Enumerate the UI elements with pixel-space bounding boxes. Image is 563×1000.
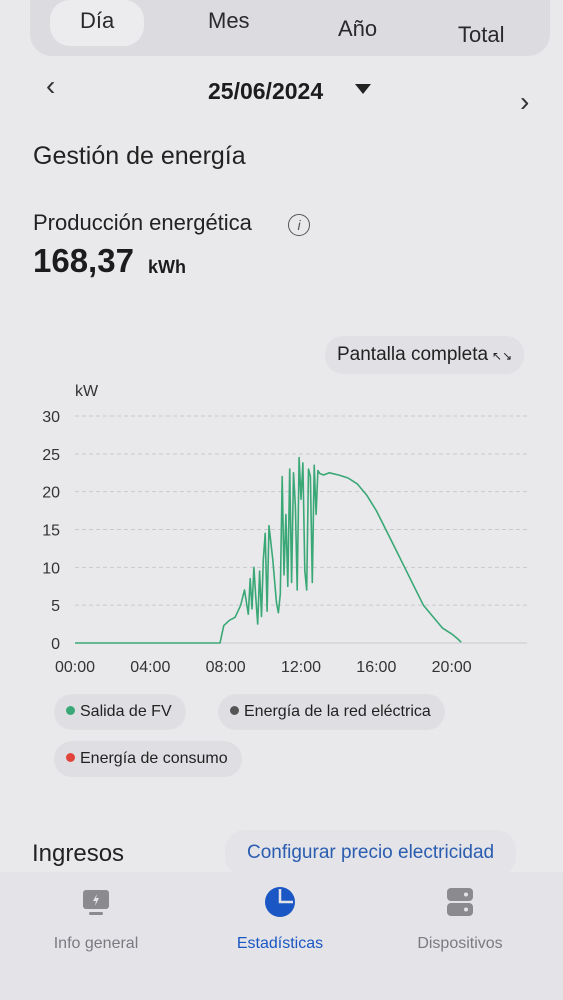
- tab-month[interactable]: Mes: [208, 8, 250, 34]
- series-line-pv: [75, 456, 462, 644]
- y-tick-label: 0: [51, 636, 60, 653]
- pv-dot-icon: [66, 706, 75, 716]
- y-tick-label: 25: [42, 447, 60, 464]
- fullscreen-button[interactable]: Pantalla completa ↖↘: [325, 336, 525, 374]
- monitor-icon: [83, 890, 109, 915]
- nav-devices[interactable]: Dispositivos: [380, 872, 540, 953]
- production-value: 168,37: [33, 242, 134, 279]
- legend-item-pv[interactable]: Salida de FV: [54, 694, 186, 730]
- info-icon[interactable]: i: [288, 214, 310, 236]
- consumption-dot-icon: [66, 753, 75, 763]
- power-chart: kW 0 5 10 15 20 25 30 00:00 04:00 08:00 12:00 16:00…: [42, 383, 527, 675]
- production-label: Producción energética: [33, 210, 252, 235]
- legend-item-consumption[interactable]: Energía de consumo: [54, 741, 242, 777]
- nav-info-general[interactable]: Info general: [16, 872, 176, 953]
- expand-icon: ↖↘: [492, 349, 513, 363]
- configure-price-link[interactable]: Configurar precio electricidad: [225, 830, 517, 876]
- legend-label-consumption: Energía de consumo: [80, 750, 228, 767]
- date-selector: ‹ 25/06/2024 ›: [0, 70, 563, 117]
- x-tick-label: 04:00: [130, 659, 170, 675]
- x-tick-label: 16:00: [356, 659, 396, 675]
- production-unit: kWh: [148, 257, 186, 277]
- nav-statistics[interactable]: Estadísticas: [200, 872, 360, 953]
- nav-label-statistics: Estadísticas: [236, 935, 324, 952]
- tab-total[interactable]: Total: [458, 22, 504, 48]
- tab-day[interactable]: Día: [50, 0, 145, 46]
- fullscreen-label: Pantalla completa: [337, 344, 489, 365]
- x-tick-label: 12:00: [281, 659, 321, 675]
- chevron-right-icon[interactable]: ›: [520, 86, 529, 118]
- grid-dot-icon: [230, 706, 239, 716]
- legend-label-pv: Salida de FV: [80, 703, 172, 720]
- y-tick-label: 10: [42, 560, 60, 577]
- legend-label-grid: Energía de la red eléctrica: [244, 703, 431, 720]
- x-tick-label: 08:00: [206, 659, 246, 675]
- y-axis-unit: kW: [75, 383, 99, 400]
- bottom-nav: Info general Estadísticas Dispositivos: [0, 872, 563, 1000]
- section-title: Gestión de energía: [33, 142, 246, 170]
- tab-year[interactable]: Año: [338, 16, 377, 42]
- period-tabs: Día Mes Año Total: [30, 0, 550, 56]
- y-tick-label: 20: [42, 485, 60, 502]
- nav-label-devices: Dispositivos: [417, 935, 503, 952]
- pie-chart-icon: [265, 887, 295, 917]
- nav-label-info: Info general: [53, 935, 139, 952]
- server-icon: [447, 888, 473, 916]
- y-tick-label: 30: [42, 409, 60, 426]
- caret-down-icon[interactable]: [355, 84, 371, 94]
- legend-item-grid[interactable]: Energía de la red eléctrica: [218, 694, 445, 730]
- income-title: Ingresos: [32, 840, 125, 867]
- date-text[interactable]: 25/06/2024: [208, 78, 323, 105]
- x-tick-label: 20:00: [432, 659, 472, 675]
- chevron-left-icon[interactable]: ‹: [46, 70, 55, 102]
- y-tick-label: 15: [42, 523, 60, 540]
- y-tick-label: 5: [51, 598, 60, 615]
- x-tick-label: 00:00: [55, 659, 95, 675]
